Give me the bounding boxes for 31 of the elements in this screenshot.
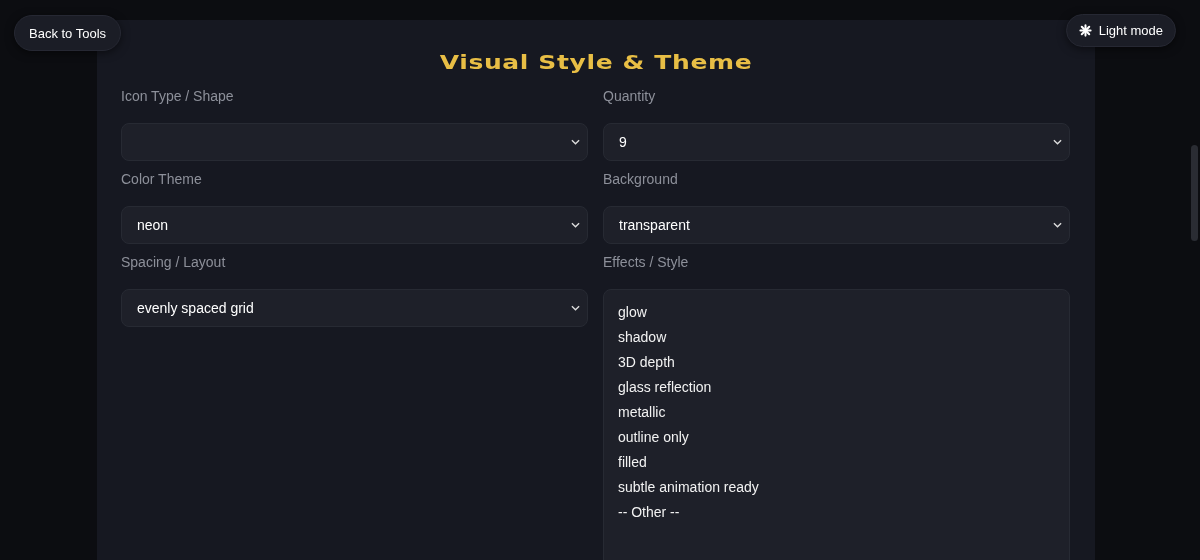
field-label: Background <box>603 170 679 189</box>
list-option[interactable]: filled <box>604 450 1069 475</box>
sun-icon <box>1078 24 1092 37</box>
multi-select-list[interactable]: glow shadow 3D depth glass reflection metallic outline only filled subtle animation ready -- Other -- <box>603 289 1070 560</box>
field-label: Quantity <box>603 87 657 106</box>
light-mode-button[interactable]: Light mode <box>1065 14 1176 47</box>
chevron-down-icon <box>571 222 580 228</box>
dropdown[interactable] <box>121 123 588 161</box>
scrollbar-thumb[interactable] <box>1191 145 1198 241</box>
field-label: Effects / Style <box>603 253 690 272</box>
dropdown[interactable]: evenly spaced grid <box>121 289 588 327</box>
list-option[interactable]: metallic <box>604 400 1069 425</box>
list-option[interactable]: -- Other -- <box>604 500 1069 525</box>
list-option[interactable]: subtle animation ready <box>604 475 1069 500</box>
chevron-down-icon <box>571 305 580 311</box>
section-title: Visual Style & Theme <box>438 49 754 76</box>
chevron-down-icon <box>1053 222 1062 228</box>
back-button[interactable]: Back to Tools <box>14 15 122 51</box>
dropdown[interactable]: transparent <box>603 206 1070 244</box>
chevron-down-icon <box>571 139 580 145</box>
chevron-down-icon <box>1053 139 1062 145</box>
field-label: Color Theme <box>121 170 203 189</box>
dropdown[interactable]: neon <box>121 206 588 244</box>
list-option[interactable]: glow <box>604 300 1069 325</box>
list-option[interactable]: glass reflection <box>604 375 1069 400</box>
list-option[interactable]: shadow <box>604 325 1069 350</box>
dropdown[interactable]: 9 <box>603 123 1070 161</box>
list-option[interactable]: 3D depth <box>604 350 1069 375</box>
field-label: Icon Type / Shape <box>121 87 235 106</box>
field-label: Spacing / Layout <box>121 253 227 272</box>
list-option[interactable]: outline only <box>604 425 1069 450</box>
